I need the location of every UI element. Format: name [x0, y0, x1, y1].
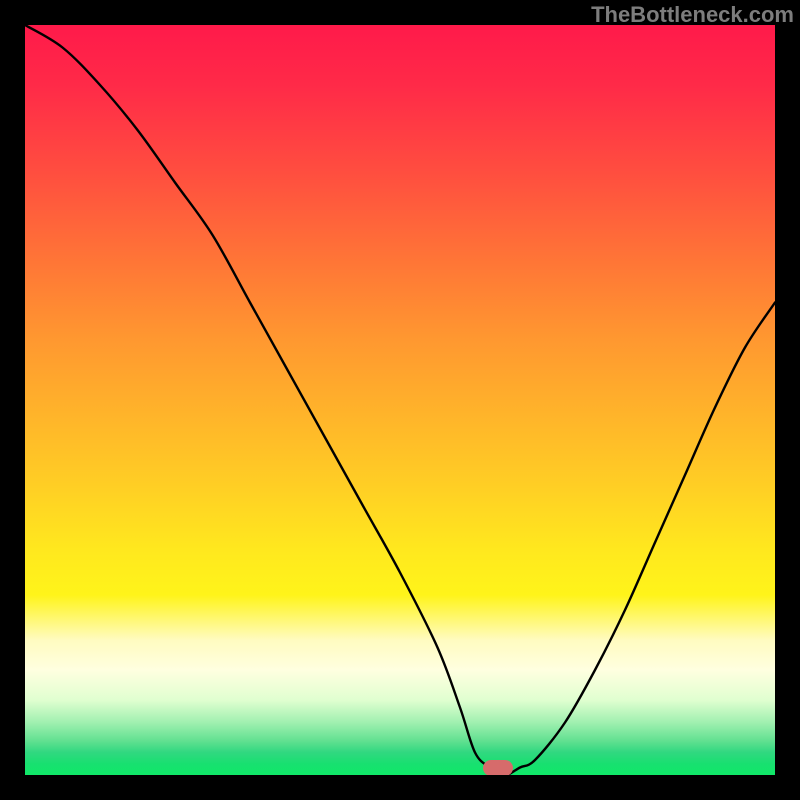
plot-area [25, 25, 775, 775]
watermark-text: TheBottleneck.com [591, 2, 794, 28]
bottleneck-curve [25, 25, 775, 775]
curve-layer [25, 25, 775, 775]
optimal-marker [483, 760, 513, 776]
